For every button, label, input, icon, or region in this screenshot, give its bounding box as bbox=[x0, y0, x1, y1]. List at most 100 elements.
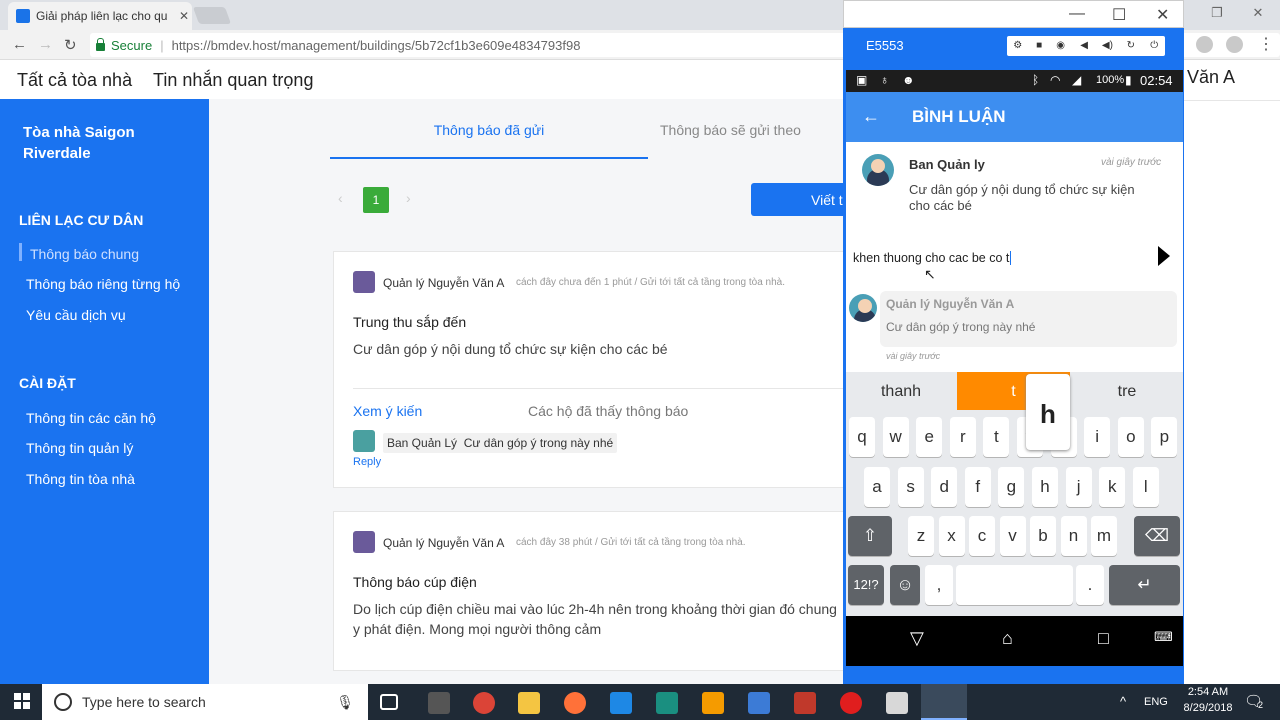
restore-icon[interactable]: ❐ bbox=[1199, 0, 1235, 28]
key-o[interactable]: o bbox=[1117, 417, 1144, 457]
key-s[interactable]: s bbox=[897, 467, 924, 507]
emoji-key[interactable]: ☺ bbox=[890, 565, 920, 605]
page-prev-icon[interactable]: ‹ bbox=[338, 190, 343, 206]
page-next-icon[interactable]: › bbox=[406, 190, 411, 206]
key-h[interactable]: h bbox=[1032, 467, 1058, 507]
rotate-icon[interactable]: ↻ bbox=[1118, 36, 1143, 56]
back-icon[interactable]: ← bbox=[12, 36, 27, 53]
key-p[interactable]: p bbox=[1151, 417, 1178, 457]
edge-icon[interactable] bbox=[610, 692, 632, 714]
sidebar-item-managers[interactable]: Thông tin quản lý bbox=[26, 440, 133, 456]
webstorm-icon[interactable] bbox=[656, 692, 678, 714]
period-key[interactable]: . bbox=[1076, 565, 1104, 605]
key-r[interactable]: r bbox=[949, 417, 976, 457]
microphone-icon[interactable]: 🎙 bbox=[336, 694, 354, 711]
sidebar-item-apartments[interactable]: Thông tin các căn hộ bbox=[26, 410, 156, 426]
nav-recents-icon[interactable]: □ bbox=[1098, 628, 1109, 649]
user-name[interactable]: Văn A bbox=[1187, 67, 1235, 88]
key-a[interactable]: a bbox=[864, 467, 890, 507]
back-arrow-icon[interactable]: ← bbox=[862, 106, 880, 127]
firefox-icon[interactable] bbox=[564, 692, 586, 714]
sidebar-item-private-notice[interactable]: Thông báo riêng từng hộ bbox=[26, 276, 180, 292]
backspace-key[interactable]: ⌫ bbox=[1134, 516, 1180, 556]
key-k[interactable]: k bbox=[1099, 467, 1126, 507]
key-b[interactable]: b bbox=[1030, 516, 1056, 556]
comma-key[interactable]: , bbox=[925, 565, 953, 605]
key-c[interactable]: c bbox=[969, 516, 995, 556]
extension-icon[interactable] bbox=[1226, 36, 1243, 53]
clock[interactable]: 2:54 AM 8/29/2018 bbox=[1178, 686, 1238, 714]
key-e[interactable]: e bbox=[916, 417, 943, 457]
store-icon[interactable] bbox=[748, 692, 770, 714]
enter-key[interactable]: ↵ bbox=[1109, 565, 1180, 605]
tray-expand-icon[interactable]: ^ bbox=[1120, 694, 1126, 709]
file-explorer-icon[interactable] bbox=[518, 692, 540, 714]
write-notice-button[interactable]: Viết t bbox=[751, 183, 843, 216]
maximize-icon[interactable]: ☐ bbox=[1112, 5, 1126, 25]
nav-all-buildings[interactable]: Tất cả tòa nhà bbox=[17, 70, 132, 91]
filezilla-icon[interactable] bbox=[794, 692, 816, 714]
key-g[interactable]: g bbox=[998, 467, 1025, 507]
close-tab-icon[interactable]: ✕ bbox=[176, 9, 192, 23]
reply-link[interactable]: Reply bbox=[353, 456, 381, 468]
close-window-icon[interactable]: ✕ bbox=[1240, 0, 1276, 28]
power-icon[interactable]: ⏻ bbox=[1144, 36, 1165, 56]
forward-icon[interactable]: → bbox=[38, 36, 53, 53]
extension-icon[interactable] bbox=[1196, 36, 1213, 53]
key-i[interactable]: i bbox=[1084, 417, 1111, 457]
symbols-key[interactable]: 12!? bbox=[848, 565, 884, 605]
comment-input[interactable]: khen thuong cho cac be co t bbox=[853, 251, 1012, 265]
unity-icon[interactable] bbox=[428, 692, 450, 714]
nav-back-icon[interactable]: ▽ bbox=[910, 628, 924, 649]
key-w[interactable]: w bbox=[882, 417, 909, 457]
chrome-icon[interactable] bbox=[473, 692, 495, 714]
keyboard-switch-icon[interactable]: ⌨ bbox=[1154, 629, 1173, 645]
new-tab-button[interactable] bbox=[192, 7, 232, 24]
nav-home-icon[interactable]: ⌂ bbox=[1002, 628, 1013, 649]
windows-start-icon[interactable] bbox=[14, 693, 30, 709]
sidebar-item-building-info[interactable]: Thông tin tòa nhà bbox=[26, 471, 135, 487]
view-comments-link[interactable]: Xem ý kiến bbox=[353, 403, 422, 419]
seen-households-link[interactable]: Các hộ đã thấy thông báo bbox=[528, 403, 688, 419]
key-f[interactable]: f bbox=[964, 467, 991, 507]
camera-icon[interactable]: ◉ bbox=[1050, 36, 1071, 56]
browser-tab[interactable]: Giải pháp liên lạc cho qu ✕ bbox=[8, 2, 192, 30]
taskbar-search[interactable]: Type here to search 🎙 bbox=[42, 684, 368, 720]
close-emulator-icon[interactable]: ✕ bbox=[1156, 5, 1169, 25]
key-t[interactable]: t bbox=[983, 417, 1010, 457]
nav-important-messages[interactable]: Tin nhắn quan trọng bbox=[153, 70, 313, 91]
key-q[interactable]: q bbox=[849, 417, 875, 457]
shift-key[interactable]: ⇧ bbox=[848, 516, 892, 556]
task-view-icon[interactable] bbox=[380, 694, 398, 710]
volume-up-icon[interactable]: ◀) bbox=[1097, 36, 1118, 56]
record-icon[interactable]: ■ bbox=[1028, 36, 1049, 56]
input-language[interactable]: ENG bbox=[1144, 696, 1168, 708]
key-x[interactable]: x bbox=[938, 516, 965, 556]
volume-down-icon[interactable]: ◀ bbox=[1071, 36, 1096, 56]
sidebar-item-general-notice[interactable]: Thông báo chung bbox=[30, 246, 139, 262]
key-n[interactable]: n bbox=[1060, 516, 1087, 556]
key-z[interactable]: z bbox=[908, 516, 934, 556]
key-d[interactable]: d bbox=[931, 467, 958, 507]
opera-icon[interactable] bbox=[840, 692, 862, 714]
tab-scheduled-notices[interactable]: Thông báo sẽ gửi theo bbox=[660, 122, 843, 138]
mail-icon[interactable] bbox=[886, 692, 908, 714]
minimize-icon[interactable]: — bbox=[1069, 5, 1085, 23]
settings-icon[interactable]: ⚙ bbox=[1007, 36, 1028, 56]
key-v[interactable]: v bbox=[999, 516, 1026, 556]
key-m[interactable]: m bbox=[1091, 516, 1117, 556]
menu-icon[interactable]: ⋮ bbox=[1258, 34, 1274, 54]
sublime-icon[interactable] bbox=[702, 692, 724, 714]
tab-sent-notices[interactable]: Thông báo đã gửi bbox=[330, 122, 648, 138]
page-number[interactable]: 1 bbox=[363, 187, 389, 213]
key-j[interactable]: j bbox=[1065, 467, 1092, 507]
reload-icon[interactable]: ↻ bbox=[64, 36, 77, 54]
space-key[interactable] bbox=[956, 565, 1073, 605]
secure-indicator[interactable]: Secure bbox=[96, 37, 152, 53]
key-l[interactable]: l bbox=[1132, 467, 1159, 507]
sidebar-item-service-request[interactable]: Yêu cầu dịch vụ bbox=[26, 307, 126, 323]
suggestion-3[interactable]: tre bbox=[1071, 372, 1183, 410]
send-icon[interactable] bbox=[1158, 246, 1170, 266]
emulator-taskbar-button[interactable] bbox=[921, 684, 967, 720]
suggestion-1[interactable]: thanh bbox=[846, 372, 956, 410]
